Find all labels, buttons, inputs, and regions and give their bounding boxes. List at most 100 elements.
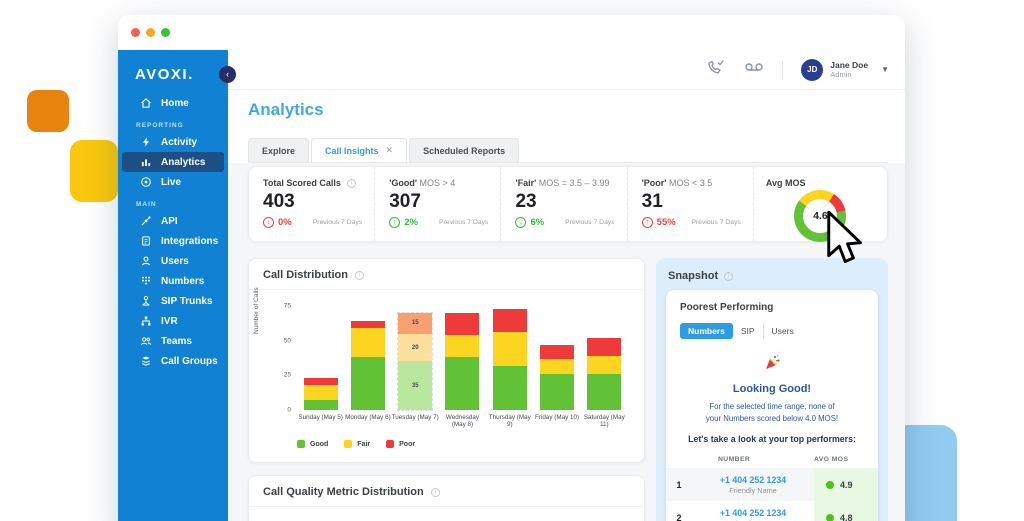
- sidebar-item-numbers[interactable]: Numbers: [122, 271, 224, 291]
- sidebar-item-api[interactable]: API: [122, 211, 224, 231]
- bar-segment-fair[interactable]: [350, 328, 385, 358]
- bar-segment-poor[interactable]: [445, 312, 480, 336]
- bar-segment-good[interactable]: 35: [398, 361, 433, 410]
- bar-thursday[interactable]: [486, 308, 533, 410]
- bar-tuesday[interactable]: 15 20 35: [392, 311, 439, 412]
- snapshot-tab-sip[interactable]: SIP: [733, 323, 763, 339]
- close-tab-icon[interactable]: ✕: [386, 145, 394, 156]
- y-axis-tick: 50: [283, 337, 291, 345]
- delta-badge: ↑ 2%: [389, 217, 418, 228]
- minimize-window-icon[interactable]: [146, 28, 155, 37]
- sidebar-item-integrations[interactable]: Integrations: [122, 231, 224, 251]
- x-axis-tick-label: Monday (May 6): [345, 414, 391, 421]
- table-row[interactable]: 1 +1 404 252 1234 Friendly Name 4.9: [666, 468, 878, 502]
- table-row[interactable]: 2 +1 404 252 1234 Friendly Name 4.8: [666, 501, 878, 521]
- browser-window: AVOXI. Home REPORTING Activity Analytics Liv…: [118, 15, 905, 521]
- stat-total-scored-calls: Total Scored Calls i 403 ↓ 0% Previous 7…: [249, 167, 376, 241]
- bar-segment-fair[interactable]: [445, 335, 480, 358]
- decor-orange-square: [27, 90, 69, 132]
- poorest-performing-title: Poorest Performing: [680, 302, 774, 313]
- numbers-icon: [140, 275, 152, 287]
- info-icon[interactable]: i: [430, 487, 440, 497]
- delta-badge: ↓ 0%: [263, 217, 292, 228]
- bar-saturday[interactable]: [581, 337, 628, 410]
- sidebar-item-users[interactable]: Users: [122, 251, 224, 271]
- sidebar-item-home[interactable]: Home: [122, 93, 224, 113]
- sidebar-item-analytics[interactable]: Analytics: [122, 152, 224, 172]
- period-label: Previous 7 Days: [691, 219, 741, 226]
- call-distribution-card: Call Distribution i Number of Calls 15 20…: [248, 258, 645, 463]
- legend-item-fair: Fair: [344, 440, 370, 448]
- bar-segment-fair[interactable]: [492, 332, 527, 366]
- sidebar-item-label: Teams: [161, 335, 192, 347]
- info-icon[interactable]: i: [724, 271, 734, 281]
- sidebar-item-teams[interactable]: Teams: [122, 331, 224, 351]
- bar-segment-fair[interactable]: [587, 355, 622, 374]
- period-label: Previous 7 Days: [565, 219, 615, 226]
- x-axis-labels: Sunday (May 5) Monday (May 6) Tuesday (May…: [297, 414, 628, 428]
- bar-monday[interactable]: [344, 321, 391, 410]
- snapshot-message: For the selected time range, none of you…: [705, 402, 839, 423]
- tab-scheduled-reports[interactable]: Scheduled Reports: [409, 138, 520, 162]
- bar-wednesday[interactable]: [439, 312, 486, 410]
- bar-segment-good[interactable]: [350, 357, 385, 410]
- stat-poor-mos: 'Poor' MOS < 3.5 31 ↑ 55% Previous 7 Day…: [628, 167, 754, 241]
- snapshot-panel: Snapshot i Poorest Performing Numbers SI…: [656, 258, 888, 521]
- phone-check-icon[interactable]: [706, 59, 726, 80]
- sidebar-item-label: Analytics: [161, 156, 206, 168]
- bar-segment-good[interactable]: [492, 365, 527, 410]
- bar-segment-fair[interactable]: [540, 358, 575, 374]
- info-icon[interactable]: i: [354, 270, 364, 280]
- phone-number-link[interactable]: +1 404 252 1234: [720, 475, 786, 485]
- column-header-number: NUMBER: [718, 456, 751, 464]
- legend-swatch: [344, 440, 353, 448]
- home-icon: [140, 97, 152, 109]
- bar-segment-poor[interactable]: [540, 344, 575, 359]
- legend-item-good: Good: [297, 440, 328, 448]
- snapshot-headline: Looking Good!: [732, 383, 812, 395]
- bar-segment-fair[interactable]: [303, 385, 338, 401]
- friendly-name: Friendly Name: [729, 485, 777, 495]
- tab-call-insights[interactable]: Call Insights ✕: [311, 138, 408, 162]
- sidebar-item-activity[interactable]: Activity: [122, 132, 224, 152]
- bar-friday[interactable]: [533, 344, 580, 410]
- close-window-icon[interactable]: [131, 28, 140, 37]
- bar-segment-poor[interactable]: [492, 308, 527, 333]
- user-menu[interactable]: JD Jane Doe Admin ▼: [801, 58, 889, 81]
- party-popper-icon: [666, 353, 878, 378]
- bar-segment-poor[interactable]: [303, 378, 338, 386]
- y-axis-tick: 25: [283, 371, 291, 379]
- bar-segment-poor[interactable]: 15: [398, 312, 433, 334]
- bar-segment-poor[interactable]: [587, 337, 622, 356]
- status-dot: [826, 480, 834, 489]
- bar-segment-good[interactable]: [303, 400, 338, 410]
- header-divider: [782, 59, 784, 80]
- bar-segment-good[interactable]: [587, 373, 622, 410]
- main-area: JD Jane Doe Admin ▼ Analytics Explore Ca…: [228, 50, 905, 521]
- bar-segment-good[interactable]: [445, 357, 480, 410]
- x-axis-tick-label: Friday (May 10): [535, 414, 580, 421]
- sidebar-item-call-groups[interactable]: Call Groups: [122, 351, 224, 371]
- phone-number-link[interactable]: +1 404 252 1234: [720, 508, 786, 518]
- stat-value: 307: [389, 191, 421, 212]
- bar-sunday[interactable]: [297, 378, 344, 410]
- column-header-avg-mos: AVG MOS: [814, 456, 849, 464]
- sidebar-collapse-button[interactable]: ‹: [219, 66, 236, 83]
- sidebar-item-live[interactable]: Live: [122, 172, 224, 192]
- snapshot-tab-numbers[interactable]: Numbers: [680, 323, 733, 339]
- user-name: Jane Doe: [830, 59, 869, 70]
- zoom-window-icon[interactable]: [161, 28, 170, 37]
- bar-segment-poor[interactable]: [350, 321, 385, 329]
- bar-segment-fair[interactable]: 20: [398, 333, 433, 362]
- sidebar-item-sip-trunks[interactable]: SIP Trunks: [122, 291, 224, 311]
- status-dot: [826, 513, 834, 521]
- info-icon[interactable]: i: [346, 178, 356, 188]
- snapshot-tab-users[interactable]: Users: [762, 323, 802, 339]
- y-axis-label: Number of Calls: [253, 287, 260, 334]
- tab-explore[interactable]: Explore: [248, 138, 310, 162]
- x-axis-tick-label: Saturday (May 11): [583, 414, 625, 428]
- period-label: Previous 7 Days: [438, 219, 489, 226]
- voicemail-icon[interactable]: [744, 59, 764, 80]
- bar-segment-good[interactable]: [540, 373, 575, 410]
- sidebar-item-ivr[interactable]: IVR: [122, 311, 224, 331]
